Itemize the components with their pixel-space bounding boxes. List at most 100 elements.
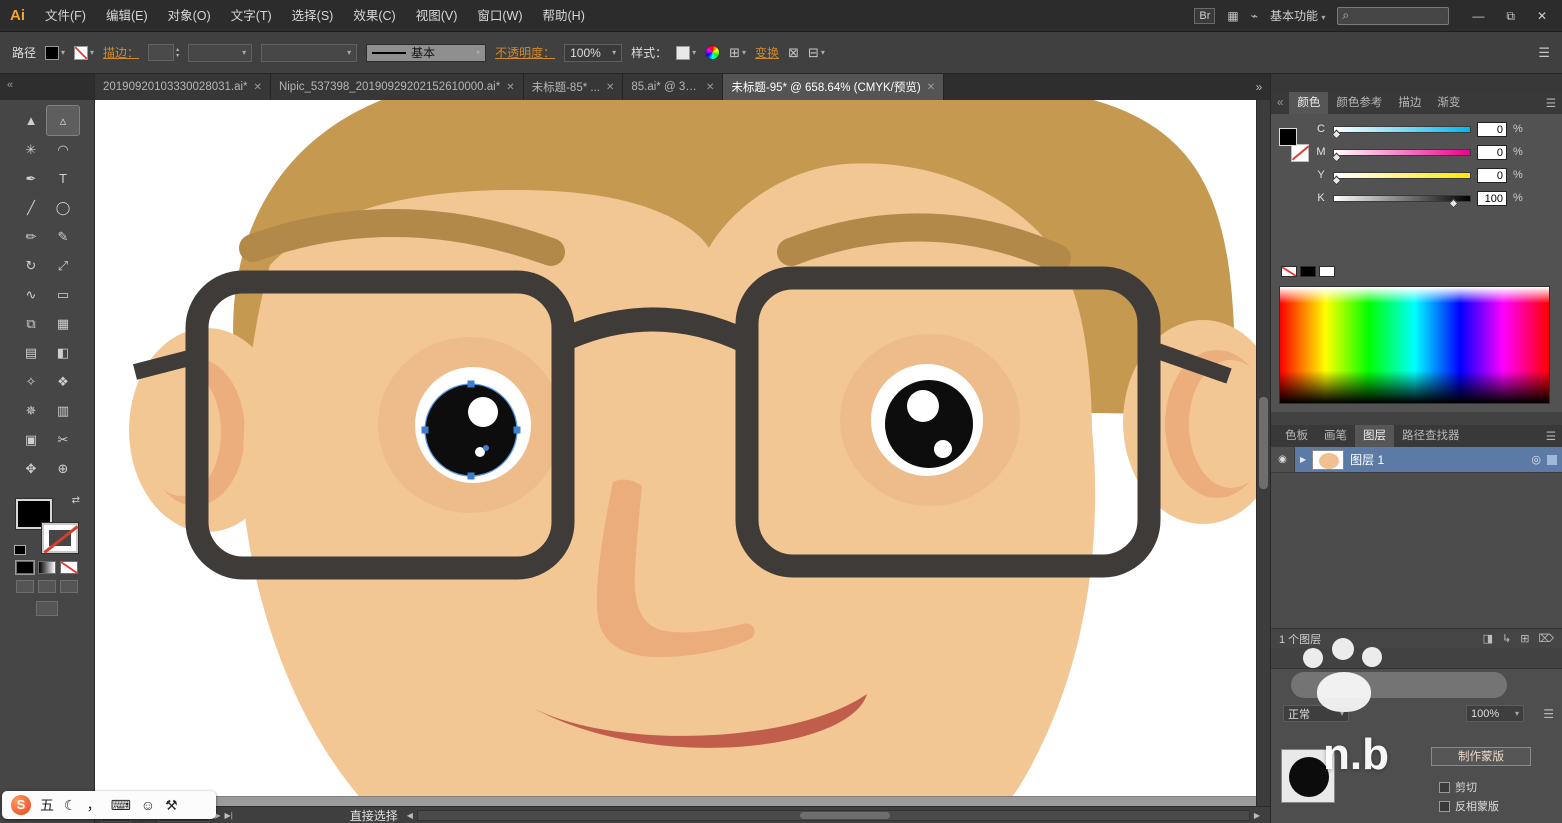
last-artboard-icon[interactable]: ▶| — [225, 811, 233, 820]
sogou-logo-icon[interactable]: S — [11, 795, 31, 815]
menu-item[interactable]: 编辑(E) — [96, 0, 158, 32]
tab-close-icon[interactable]: ✕ — [254, 82, 262, 93]
panel-menu-icon[interactable]: ☰ — [1543, 707, 1554, 721]
screen-mode-button[interactable] — [36, 601, 58, 616]
none-swatch[interactable] — [1281, 266, 1297, 277]
stroke-weight-field[interactable] — [148, 44, 174, 61]
eyedropper-tool[interactable]: ✧ — [15, 367, 47, 396]
stroke-weight-stepper[interactable]: ▴▾ — [148, 44, 179, 61]
paintbrush-tool[interactable]: ✏ — [15, 222, 47, 251]
panel-menu-icon[interactable]: ☰ — [1546, 429, 1556, 443]
channel-slider[interactable] — [1333, 195, 1471, 202]
delete-layer-icon[interactable]: ⌦ — [1538, 632, 1554, 645]
panel-opacity-dropdown[interactable]: 100% ▾ — [1466, 705, 1524, 722]
blend-tool[interactable]: ❖ — [47, 367, 79, 396]
selection-tool[interactable]: ▲ — [15, 106, 47, 135]
slider-thumb-icon[interactable] — [1448, 198, 1458, 208]
draw-inside-button[interactable] — [60, 580, 78, 593]
panel-menu-icon[interactable]: ☰ — [1546, 96, 1556, 110]
stepper-arrows-icon[interactable]: ▴▾ — [176, 47, 179, 59]
menu-item[interactable]: 对象(O) — [158, 0, 221, 32]
document-tab[interactable]: 未标题-95* @ 658.64% (CMYK/预览)✕ — [723, 74, 944, 100]
collapse-dock-icon[interactable]: « — [1277, 97, 1283, 109]
channel-value-field[interactable]: 0 — [1477, 122, 1507, 137]
menu-item[interactable]: 窗口(W) — [467, 0, 532, 32]
white-swatch[interactable] — [1319, 266, 1335, 277]
stroke-color-box[interactable] — [42, 523, 78, 553]
ime-keyboard-icon[interactable]: ⌨ — [111, 797, 131, 814]
distribute-icon[interactable]: ⊟ — [808, 45, 819, 61]
align-icon[interactable]: ⊞ — [729, 45, 740, 61]
stroke-swatch[interactable] — [74, 46, 88, 60]
fill-color-picker[interactable]: ▾ — [45, 46, 65, 60]
visibility-eye-icon[interactable]: ◉ — [1271, 447, 1295, 472]
canvas-artboard[interactable] — [95, 100, 1256, 806]
checkbox-icon[interactable] — [1439, 801, 1450, 812]
tab-close-icon[interactable]: ✕ — [506, 82, 514, 93]
new-layer-icon[interactable]: ⊞ — [1520, 632, 1529, 645]
tab-close-icon[interactable]: ✕ — [927, 82, 935, 93]
panel-stroke-box[interactable] — [1291, 144, 1309, 162]
zoom-tool[interactable]: ⊕ — [47, 454, 79, 483]
make-mask-button[interactable]: 制作蒙版 — [1431, 747, 1531, 766]
gradient-mode-button[interactable] — [38, 561, 56, 574]
bridge-button[interactable]: Br — [1194, 8, 1215, 24]
panel-tab[interactable]: 路径查找器 — [1394, 425, 1468, 447]
invert-mask-checkbox[interactable]: 反相蒙版 — [1439, 798, 1499, 814]
menu-item[interactable]: 选择(S) — [282, 0, 344, 32]
line-segment-tool[interactable]: ╱ — [15, 193, 47, 222]
ime-halfmoon-icon[interactable]: ☾ — [64, 797, 77, 814]
search-input[interactable] — [1353, 10, 1444, 22]
fill-swatch[interactable] — [45, 46, 59, 60]
pen-tool[interactable]: ✒ — [15, 164, 47, 193]
type-tool[interactable]: T — [47, 164, 79, 193]
layer-row-main[interactable]: ▶图层 1◎ — [1295, 447, 1562, 472]
channel-value-field[interactable]: 0 — [1477, 145, 1507, 160]
channel-slider[interactable] — [1333, 172, 1471, 179]
slice-tool[interactable]: ✂ — [47, 425, 79, 454]
panel-tab[interactable]: 渐变 — [1429, 92, 1468, 114]
menu-item[interactable]: 帮助(H) — [533, 0, 595, 32]
document-tab[interactable]: 20190920103330028031.ai*✕ — [95, 74, 271, 100]
ime-toolbox-icon[interactable]: ⚒ — [165, 797, 178, 814]
document-tab[interactable]: 未标题-85* ...✕ — [524, 74, 624, 100]
document-tab[interactable]: Nipic_537398_20190929202152610000.ai*✕ — [271, 74, 524, 100]
slider-thumb-icon[interactable] — [1331, 152, 1341, 162]
panel-tab[interactable]: 图层 — [1355, 425, 1394, 447]
layer-row[interactable]: ◉▶图层 1◎ — [1271, 447, 1562, 473]
magic-wand-tool[interactable]: ✳ — [15, 135, 47, 164]
clip-checkbox[interactable]: 剪切 — [1439, 779, 1477, 795]
slider-thumb-icon[interactable] — [1331, 129, 1341, 139]
close-button[interactable]: ✕ — [1526, 0, 1558, 32]
distribute-options[interactable]: ⊟ ▾ — [808, 45, 825, 61]
tab-close-icon[interactable]: ✕ — [606, 82, 614, 93]
channel-value-field[interactable]: 100 — [1477, 191, 1507, 206]
opacity-dropdown[interactable]: 100% ▾ — [564, 44, 622, 62]
gradient-tool[interactable]: ◧ — [47, 338, 79, 367]
recolor-artwork-icon[interactable] — [705, 45, 720, 60]
control-panel-menu-icon[interactable]: ☰ — [1538, 45, 1550, 61]
vertical-scroll-thumb[interactable] — [1259, 397, 1268, 489]
align-options[interactable]: ⊞ ▾ — [729, 45, 746, 61]
ellipse-tool[interactable]: ◯ — [47, 193, 79, 222]
vertical-scrollbar[interactable] — [1256, 100, 1270, 806]
layer-target-icon[interactable]: ◎ — [1531, 453, 1541, 466]
checkbox-icon[interactable] — [1439, 782, 1450, 793]
direct-selection-tool[interactable]: ▵ — [47, 106, 79, 135]
mesh-tool[interactable]: ▤ — [15, 338, 47, 367]
channel-slider[interactable] — [1333, 126, 1471, 133]
slider-thumb-icon[interactable] — [1331, 175, 1341, 185]
menu-item[interactable]: 文字(T) — [221, 0, 282, 32]
arrange-documents-icon[interactable]: ▦ — [1227, 9, 1238, 23]
default-fill-stroke-icon[interactable] — [14, 545, 26, 555]
scale-tool[interactable]: ⤢ — [47, 251, 79, 280]
brush-definition-dropdown[interactable]: 基本 ▾ — [366, 44, 486, 62]
style-swatch[interactable] — [676, 46, 690, 60]
panel-tab[interactable]: 颜色参考 — [1328, 92, 1390, 114]
collapse-panel-icon[interactable]: « — [7, 79, 13, 91]
column-graph-tool[interactable]: ▥ — [47, 396, 79, 425]
panel-fill-stroke-indicator[interactable] — [1279, 128, 1309, 162]
scroll-left-icon[interactable]: ◀ — [403, 811, 417, 820]
artboard-tool[interactable]: ▣ — [15, 425, 47, 454]
stroke-color-picker[interactable]: ▾ — [74, 46, 94, 60]
